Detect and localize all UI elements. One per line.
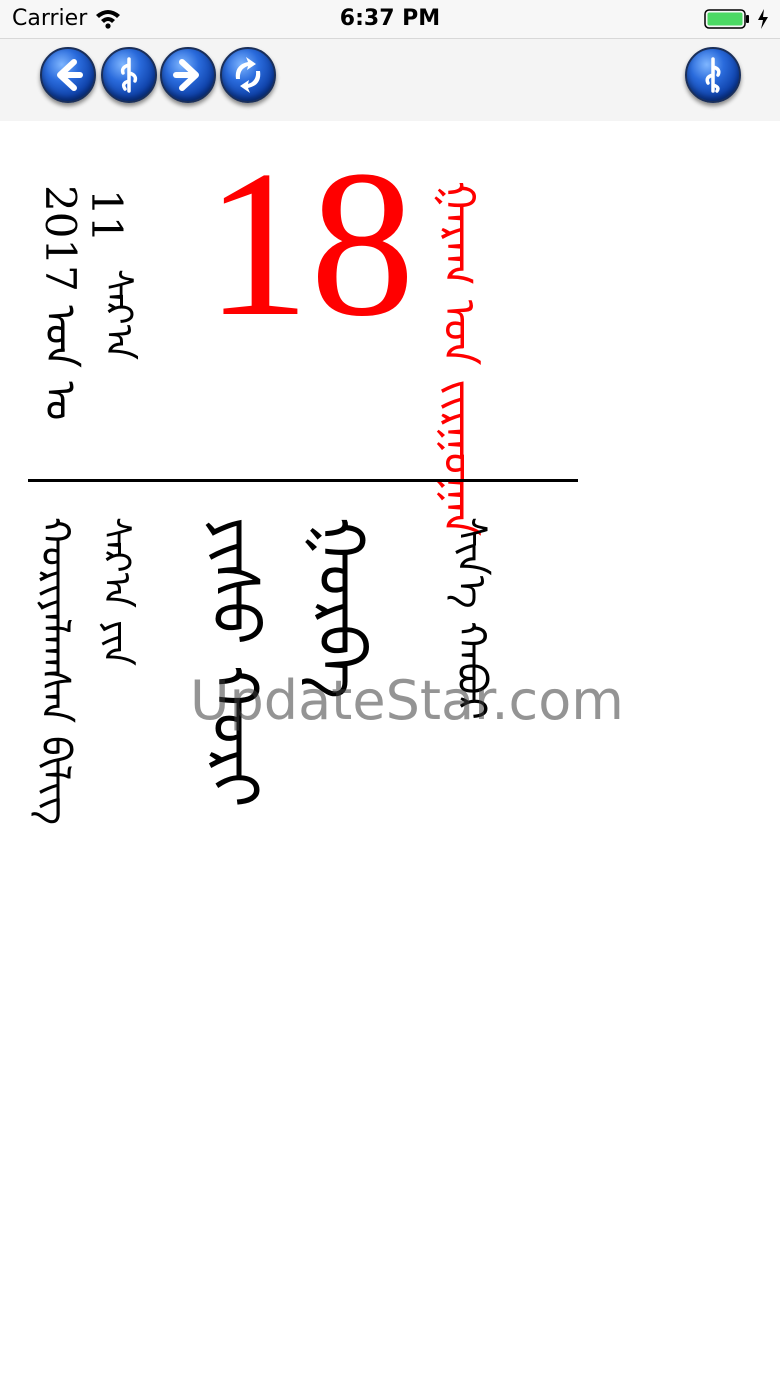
lunar-text-col3: ᠶᠢᠰᠦ ᠬᠤᠷᠢ <box>197 517 271 808</box>
back-button[interactable] <box>40 47 96 103</box>
clock: 6:37 PM <box>339 6 441 31</box>
mongolian-script-icon <box>705 57 721 93</box>
calendar-view: 11 ᠰᠠᠷ᠎ᠠ 2017 ᠣᠨ ᠤ 18 ᠭᠠᠷᠠᠭ ᠤᠨ ᠵᠢᠷᠭᠤᠭᠠᠨ … <box>0 121 780 1387</box>
status-bar: Carrier 6:37 PM <box>0 0 780 39</box>
arrow-right-icon <box>173 59 199 91</box>
refresh-button[interactable] <box>220 47 276 103</box>
lunar-text-col2: ᠰᠠᠷ᠎ᠠ ᠶᠢᠨ <box>95 517 139 667</box>
forward-button[interactable] <box>160 47 216 103</box>
day-number: 18 <box>205 128 415 360</box>
mongolian-menu-button[interactable] <box>685 47 741 103</box>
arrow-left-icon <box>57 59 83 91</box>
charging-icon <box>758 9 768 29</box>
battery-icon <box>704 9 749 29</box>
refresh-icon <box>235 57 261 93</box>
year-line: 2017 ᠣᠨ ᠤ <box>36 185 85 421</box>
weekday-label: ᠭᠠᠷᠠᠭ ᠤᠨ ᠵᠢᠷᠭᠤᠭᠠᠨ <box>433 181 484 537</box>
mongolian-script-icon <box>120 57 138 93</box>
lunar-text-col1: ᠬᠤᠷᠢᠶᠠᠯᠠᠭᠰᠠᠨ ᠪᠢᠯᠢᠭ <box>32 517 78 826</box>
watermark: UpdateStar.com <box>190 669 624 732</box>
toolbar <box>0 39 780 121</box>
mongolian-script-button[interactable] <box>101 47 157 103</box>
divider <box>28 479 578 482</box>
